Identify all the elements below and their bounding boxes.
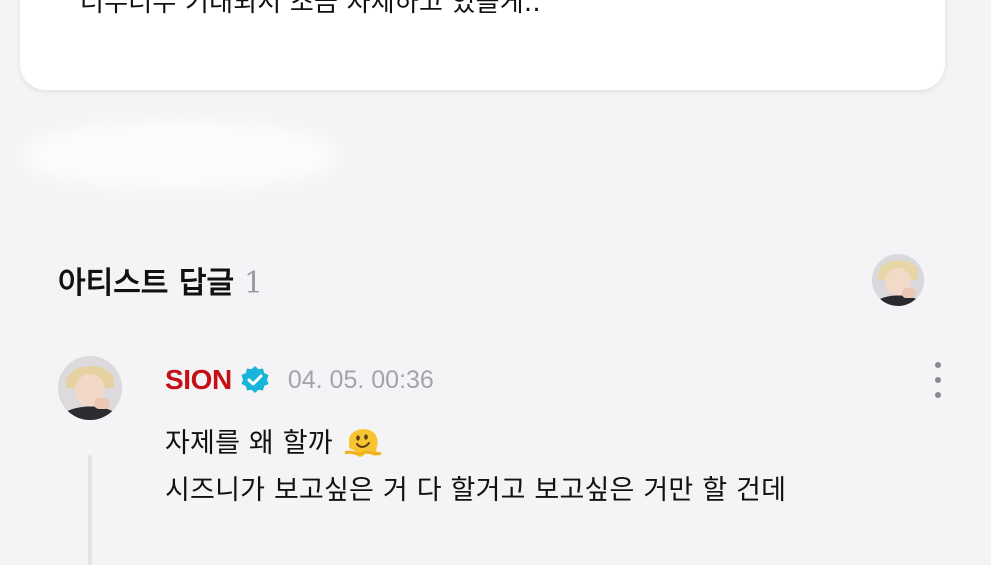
top-comment-text: 너무너무 기대되서 조금 자제하고 있을게..: [80, 0, 541, 18]
reply-text-line-2: 시즈니가 보고싶은 거 다 할거고 보고싶은 거만 할 건데: [165, 475, 787, 506]
more-dot-icon: [935, 392, 941, 398]
reply-meta: SION 04. 05. 00:36: [165, 364, 434, 396]
artist-replies-header: 아티스트 답글 1: [58, 258, 263, 302]
reply-text-line-1-row: 자제를 왜 할까: [165, 420, 383, 460]
reply-author-name[interactable]: SION: [165, 364, 232, 396]
reply-timestamp: 04. 05. 00:36: [287, 365, 434, 394]
verified-badge-icon: [240, 365, 270, 395]
reply-author-avatar[interactable]: [58, 356, 122, 420]
background-smudge: [20, 120, 340, 190]
thread-line: [88, 455, 92, 565]
more-options-button[interactable]: [926, 362, 950, 398]
more-dot-icon: [935, 377, 941, 383]
reply-text-line-1: 자제를 왜 할까: [165, 427, 333, 459]
melting-face-icon: [343, 420, 383, 460]
artist-replies-title: 아티스트 답글: [58, 266, 235, 301]
more-dot-icon: [935, 362, 941, 368]
top-comment-card: 너무너무 기대되서 조금 자제하고 있을게..: [20, 0, 945, 90]
artist-avatar[interactable]: [872, 254, 924, 306]
artist-replies-count: 1: [244, 266, 264, 301]
